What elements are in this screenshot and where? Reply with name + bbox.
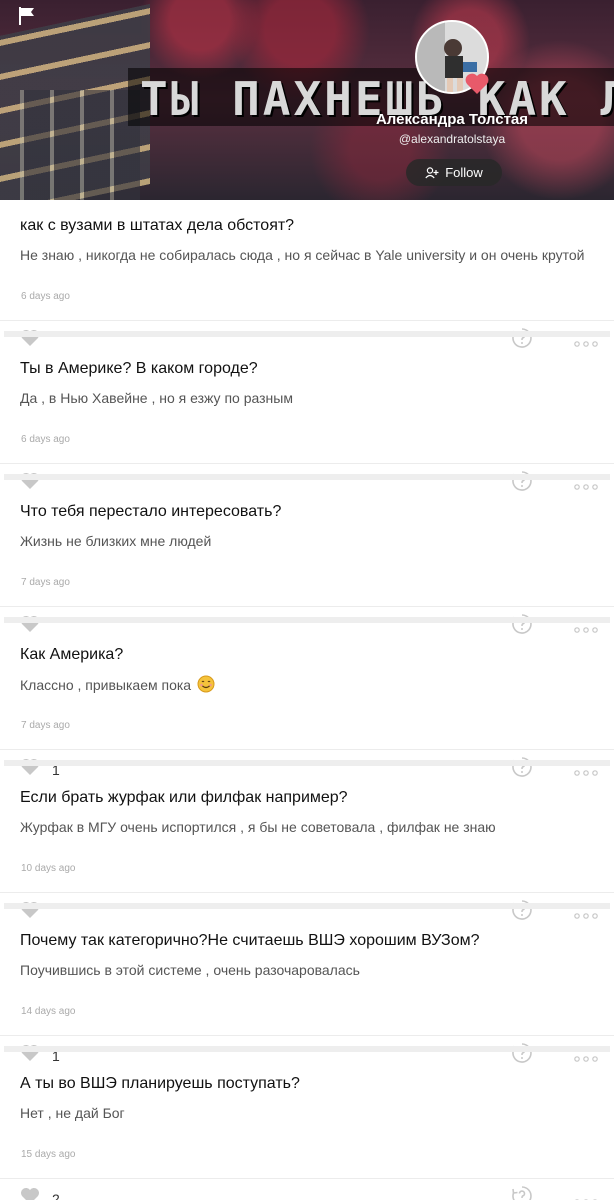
banner-photo-balconies xyxy=(20,90,140,200)
card-divider xyxy=(4,617,610,623)
answer-text: Классно , привыкаем пока xyxy=(20,675,595,694)
question-text[interactable]: Что тебя перестало интересовать? xyxy=(20,503,281,521)
like-button[interactable]: 2 xyxy=(20,1187,60,1200)
answers-feed: как с вузами в штатах дела обстоят? Не зн… xyxy=(0,200,614,1200)
answer-card: Что тебя перестало интересовать? Жизнь не… xyxy=(0,486,614,634)
timestamp: 7 days ago xyxy=(21,577,70,588)
answer-card: как с вузами в штатах дела обстоят? Не зн… xyxy=(0,200,614,348)
card-divider xyxy=(4,760,610,766)
answer-text: Журфак в МГУ очень испортился , я бы не … xyxy=(20,819,496,835)
more-dots-icon[interactable] xyxy=(574,1192,598,1200)
timestamp: 14 days ago xyxy=(21,1006,76,1017)
question-text[interactable]: как с вузами в штатах дела обстоят? xyxy=(20,217,294,235)
card-divider xyxy=(4,903,610,909)
card-divider xyxy=(4,474,610,480)
answer-text: Нет , не дай Бог xyxy=(20,1105,125,1121)
timestamp: 10 days ago xyxy=(21,863,76,874)
heart-icon xyxy=(20,1187,40,1200)
answer-text: Поучившись в этой системе , очень разоча… xyxy=(20,962,360,978)
timestamp: 7 days ago xyxy=(21,720,70,731)
question-text[interactable]: Если брать журфак или филфак например? xyxy=(20,789,348,807)
card-divider xyxy=(4,1046,610,1052)
like-count: 2 xyxy=(52,1190,60,1200)
card-actions: 2 xyxy=(0,1178,614,1200)
answer-card: А ты во ВШЭ планируешь поступать? Нет , н… xyxy=(0,1058,614,1200)
answer-card: Как Америка? Классно , привыкаем пока 7 da… xyxy=(0,629,614,778)
timestamp: 6 days ago xyxy=(21,434,70,445)
flag-icon[interactable] xyxy=(18,6,36,26)
add-user-icon xyxy=(425,166,439,178)
answer-card: Почему так категорично?Не считаешь ВШЭ х… xyxy=(0,915,614,1064)
answer-text: Да , в Нью Хавейне , но я езжу по разным xyxy=(20,390,293,406)
answer-card: Если брать журфак или филфак например? Жу… xyxy=(0,772,614,920)
profile-handle: @alexandratolstaya xyxy=(398,132,506,146)
question-text[interactable]: Почему так категорично?Не считаешь ВШЭ х… xyxy=(20,932,480,950)
follow-button[interactable]: Follow xyxy=(406,159,502,186)
answer-text: Не знаю , никогда не собиралась сюда , н… xyxy=(20,247,585,263)
timestamp: 15 days ago xyxy=(21,1149,76,1160)
profile-name: Александра Толстая xyxy=(375,111,529,128)
answer-text: Жизнь не близких мне людей xyxy=(20,533,212,549)
question-text[interactable]: А ты во ВШЭ планируешь поступать? xyxy=(20,1075,300,1093)
question-bubble-icon[interactable] xyxy=(510,1184,534,1200)
question-text[interactable]: Ты в Америке? В каком городе? xyxy=(20,360,258,378)
card-divider xyxy=(4,331,610,337)
answer-card: Ты в Америке? В каком городе? Да , в Нью … xyxy=(0,343,614,491)
smiling-face-emoji-icon xyxy=(191,675,215,693)
question-text[interactable]: Как Америка? xyxy=(20,646,123,664)
profile-banner: ТЫ ПАХНЕШЬ КАК ЛЮ Александра Толстая @al… xyxy=(0,0,614,200)
heart-badge-icon xyxy=(465,73,489,94)
timestamp: 6 days ago xyxy=(21,291,70,302)
follow-label: Follow xyxy=(445,165,483,180)
